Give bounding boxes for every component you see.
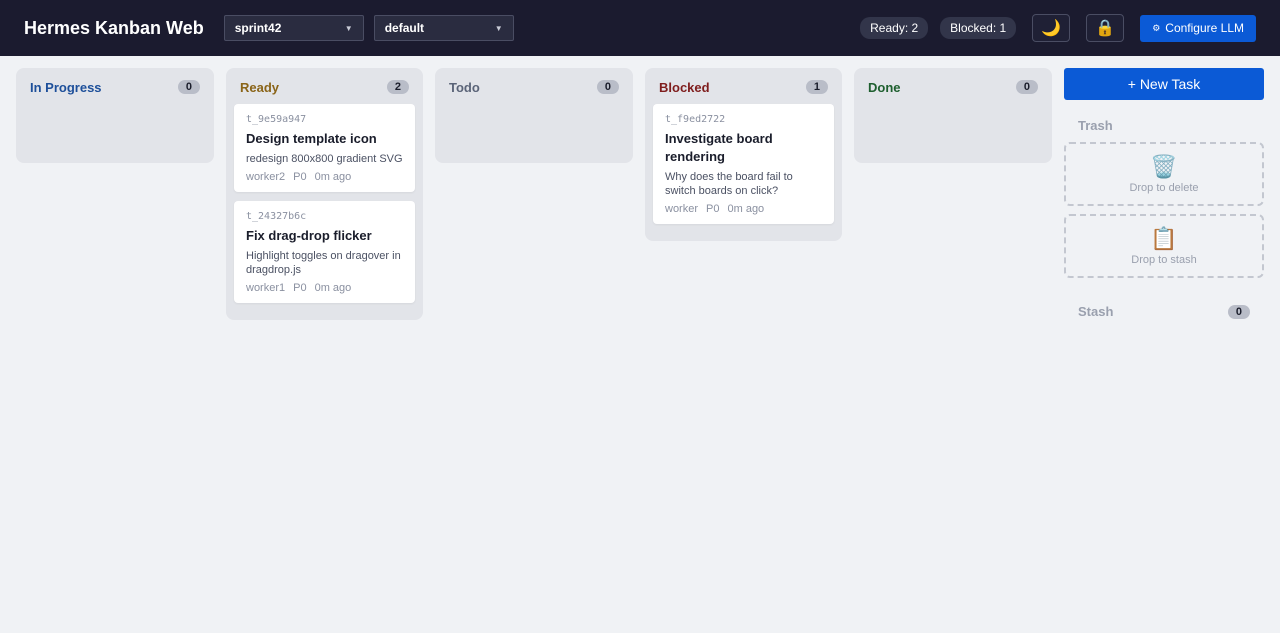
blocked-count-badge: Blocked: 1 bbox=[940, 17, 1017, 39]
clipboard-icon: 📋 bbox=[1150, 226, 1178, 251]
chevron-down-icon: ▼ bbox=[344, 23, 353, 33]
task-id: t_24327b6c bbox=[246, 211, 307, 222]
task-priority: P0 bbox=[293, 171, 307, 183]
trash-drop-zone[interactable]: 🗑️ Drop to delete bbox=[1064, 142, 1264, 206]
column-done[interactable]: Done 0 bbox=[854, 68, 1052, 163]
task-age: 0m ago bbox=[314, 171, 352, 183]
right-sidebar: + New Task Trash 🗑️ Drop to delete 📋 Dro… bbox=[1064, 68, 1264, 319]
task-age: 0m ago bbox=[727, 203, 765, 215]
theme-toggle-button[interactable]: 🌙 bbox=[1032, 14, 1071, 42]
board-select[interactable]: sprint42 ▼ bbox=[223, 15, 364, 41]
ready-count-badge: Ready: 2 bbox=[860, 17, 929, 39]
task-priority: P0 bbox=[293, 282, 307, 294]
task-priority: P0 bbox=[706, 203, 720, 215]
column-count-badge: 2 bbox=[386, 80, 409, 94]
column-title: In Progress bbox=[30, 79, 102, 95]
column-ready[interactable]: Ready 2 t_9e59a947 Design template icon … bbox=[226, 68, 423, 320]
lock-button[interactable]: 🔒 bbox=[1086, 14, 1125, 42]
column-title: Done bbox=[868, 79, 901, 95]
column-title: Ready bbox=[240, 79, 280, 95]
chevron-down-icon: ▼ bbox=[494, 23, 503, 33]
trash-icon: 🗑️ bbox=[1150, 154, 1178, 179]
column-count-badge: 0 bbox=[596, 80, 619, 94]
task-meta: worker2 P0 0m ago bbox=[246, 171, 403, 183]
column-todo[interactable]: Todo 0 bbox=[435, 68, 633, 163]
task-worker: worker2 bbox=[246, 171, 286, 183]
stash-drop-text: Drop to stash bbox=[1131, 254, 1197, 266]
column-count-badge: 0 bbox=[177, 80, 200, 94]
top-bar: Hermes Kanban Web sprint42 ▼ default ▼ R… bbox=[0, 0, 1280, 56]
configure-llm-label: Configure LLM bbox=[1165, 21, 1244, 35]
column-count-badge: 1 bbox=[805, 80, 828, 94]
lock-icon: 🔒 bbox=[1095, 20, 1116, 37]
task-meta: worker1 P0 0m ago bbox=[246, 282, 403, 294]
task-description: Why does the board fail to switch boards… bbox=[665, 171, 793, 197]
column-blocked[interactable]: Blocked 1 t_f9ed2722 Investigate board r… bbox=[645, 68, 842, 241]
task-worker: worker1 bbox=[246, 282, 286, 294]
task-description: redesign 800x800 gradient SVG bbox=[246, 153, 403, 165]
kanban-board: In Progress 0 Ready 2 t_9e59a947 Design … bbox=[0, 56, 1280, 633]
trash-drop-text: Drop to delete bbox=[1129, 182, 1199, 194]
task-card[interactable]: t_24327b6c Fix drag-drop flicker Highlig… bbox=[234, 201, 415, 303]
configure-llm-button[interactable]: ⚙ Configure LLM bbox=[1140, 14, 1256, 42]
stash-label: Stash bbox=[1078, 304, 1114, 319]
task-card[interactable]: t_f9ed2722 Investigate board rendering W… bbox=[653, 104, 834, 224]
column-title: Todo bbox=[449, 79, 480, 95]
column-count-badge: 0 bbox=[1015, 80, 1038, 94]
gear-icon: ⚙ bbox=[1152, 22, 1161, 33]
board-select-value: sprint42 bbox=[234, 21, 282, 35]
task-id: t_f9ed2722 bbox=[665, 114, 726, 125]
task-title: Design template icon bbox=[246, 131, 377, 146]
task-title: Fix drag-drop flicker bbox=[246, 228, 372, 243]
task-meta: worker P0 0m ago bbox=[665, 203, 822, 215]
task-description: Highlight toggles on dragover in dragdro… bbox=[246, 250, 401, 276]
stash-count-badge: 0 bbox=[1227, 304, 1250, 319]
profile-select-value: default bbox=[384, 21, 425, 35]
task-title: Investigate board rendering bbox=[665, 131, 773, 164]
column-title: Blocked bbox=[659, 79, 710, 95]
stash-header[interactable]: Stash 0 bbox=[1064, 304, 1264, 319]
task-id: t_9e59a947 bbox=[246, 114, 307, 125]
trash-label: Trash bbox=[1078, 118, 1113, 133]
app-title: Hermes Kanban Web bbox=[24, 17, 204, 38]
column-in-progress[interactable]: In Progress 0 bbox=[16, 68, 214, 163]
stash-drop-zone[interactable]: 📋 Drop to stash bbox=[1064, 214, 1264, 278]
moon-icon: 🌙 bbox=[1041, 20, 1062, 37]
new-task-button[interactable]: + New Task bbox=[1064, 68, 1264, 100]
task-worker: worker bbox=[665, 203, 699, 215]
task-age: 0m ago bbox=[314, 282, 352, 294]
task-card[interactable]: t_9e59a947 Design template icon redesign… bbox=[234, 104, 415, 192]
profile-select[interactable]: default ▼ bbox=[373, 15, 514, 41]
